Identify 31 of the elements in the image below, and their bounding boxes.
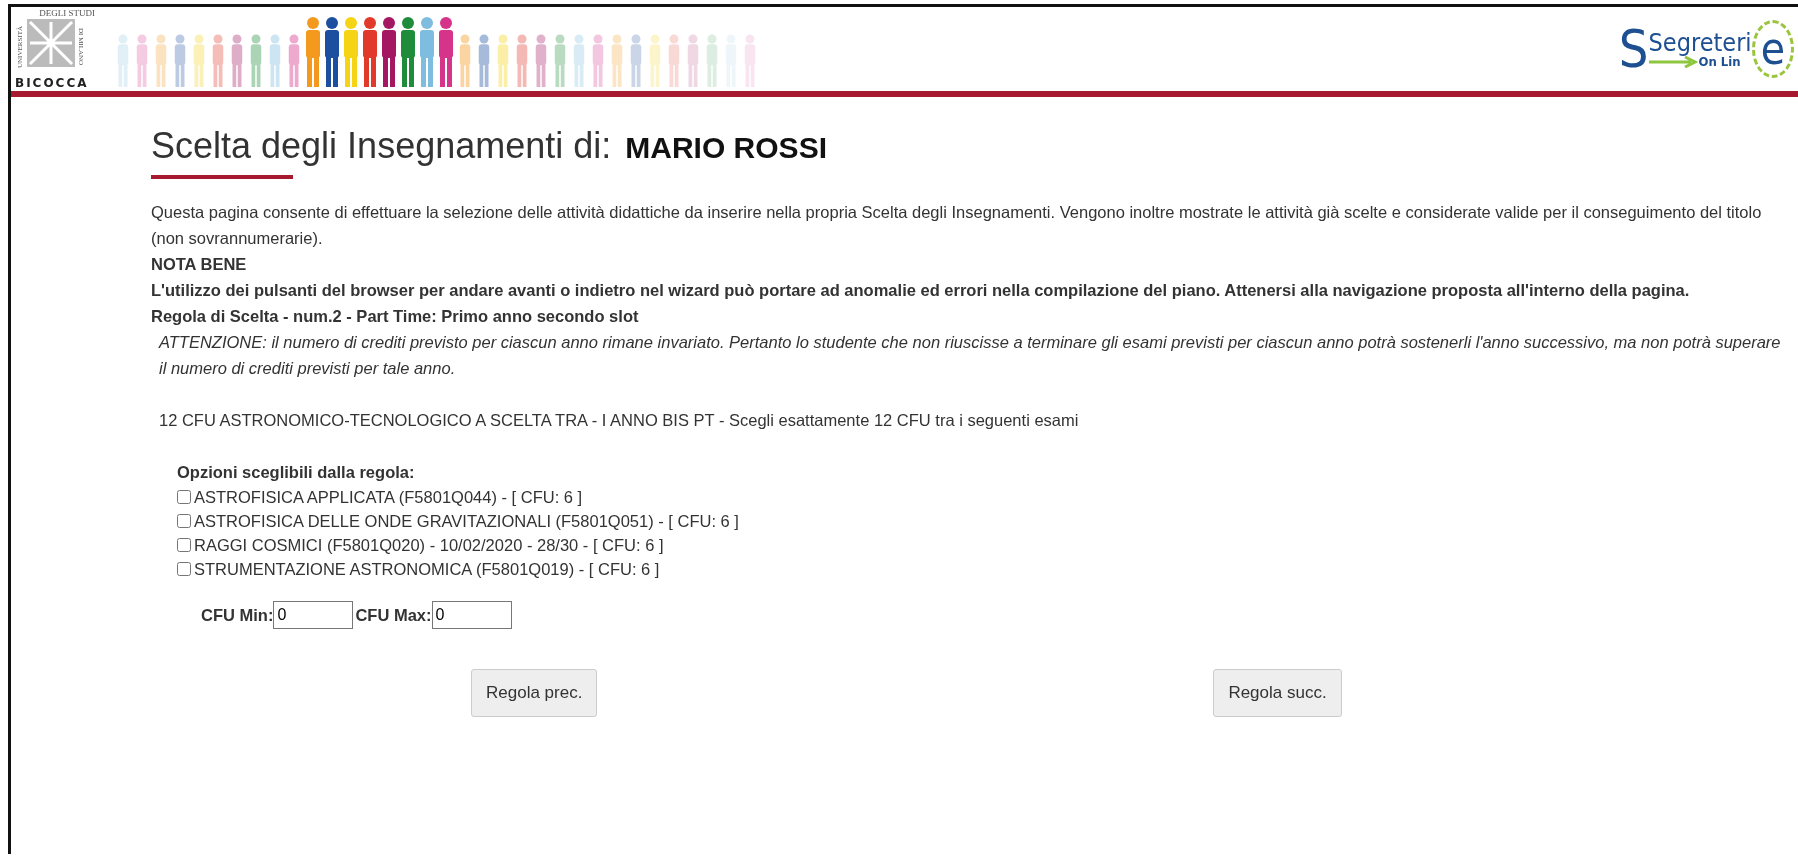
note-text: L'utilizzo dei pulsanti del browser per andare avanti o indietro nel wizard può portare ad anomalie ed errori nella compilazione del piano. Attenersi alla navigazione proposta all'interno della pagina. xyxy=(151,280,1691,301)
option-label: RAGGI COSMICI (F5801Q020) - 10/02/2020 - 28/30 - [ CFU: 6 ] xyxy=(194,535,664,556)
checkbox[interactable] xyxy=(177,562,191,576)
nav-button[interactable]: Regola succ. xyxy=(1213,669,1342,717)
field-label: CFU Min: xyxy=(201,604,274,626)
option-label: ASTROFISICA DELLE ONDE GRAVITAZIONALI (F5801Q051) - [ CFU: 6 ] xyxy=(194,511,739,532)
rule-title: Regola di Scelta - num.2 - Part Time: Primo anno secondo slot xyxy=(151,306,640,327)
note-heading: NOTA BENE xyxy=(151,254,248,275)
emblem-icon xyxy=(25,18,76,68)
checkbox[interactable] xyxy=(177,538,191,552)
logo-text: On Lin xyxy=(1698,55,1741,68)
nav-button[interactable]: Regola prec. xyxy=(471,669,598,717)
field-label: CFU Max: xyxy=(355,604,432,626)
logo-text: BICOCCA xyxy=(15,76,90,90)
input-field[interactable]: 0 xyxy=(431,601,512,629)
options-heading: Opzioni sceglibili dalla regola: xyxy=(177,462,416,483)
rule-description: 12 CFU ASTRONOMICO-TECNOLOGICO A SCELTA TRA - I ANNO BIS PT - Scegli esattamente 12 CFU tra i seguenti esami xyxy=(158,410,1080,431)
warning-text: ATTENZIONE: il numero di crediti previsto per ciascun anno rimane invariato. Pertanto lo studente che non riuscisse a terminare gli esami previsti per ciascun anno potrà sostenerli l'anno successivo, ma non potrà superare il numero di crediti previsti per tale anno. xyxy=(157,332,1782,379)
logo-text: e xyxy=(1751,20,1794,78)
arrow-icon xyxy=(1648,55,1699,68)
logo-text: S xyxy=(1618,23,1649,75)
intro-text: Questa pagina consente di effettuare la selezione delle attività didattiche da inserire nella propria Scelta degli Insegnamenti. Vengono inoltre mostrate le attività già scelte e considerate valide per il conseguimento del titolo (non sovrannumerarie). xyxy=(151,202,1763,249)
page-title: Scelta degli Insegnamenti di: xyxy=(151,124,612,168)
checkbox[interactable] xyxy=(177,490,191,504)
option-label: ASTROFISICA APPLICATA (F5801Q044) - [ CFU: 6 ] xyxy=(194,487,583,508)
logo-text: Segreteri xyxy=(1648,30,1752,55)
input-field[interactable]: 0 xyxy=(273,601,354,629)
option-label: STRUMENTAZIONE ASTRONOMICA (F5801Q019) - [ CFU: 6 ] xyxy=(194,559,660,580)
checkbox[interactable] xyxy=(177,514,191,528)
logo-text: DEGLI STUDI xyxy=(38,8,95,18)
student-name: MARIO ROSSI xyxy=(625,130,827,166)
